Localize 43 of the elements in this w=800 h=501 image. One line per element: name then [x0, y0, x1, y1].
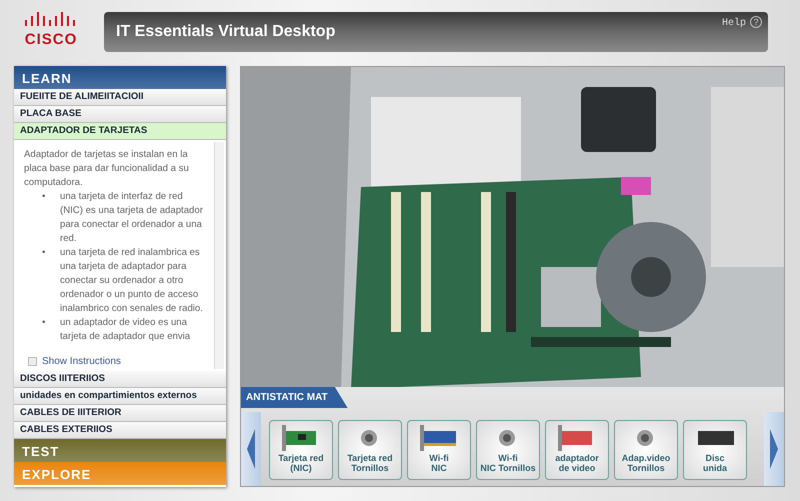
mat-tile[interactable]: Tarjeta red (NIC) [269, 420, 333, 480]
paragraph-text: Adaptador de tarjetas se instalan en la placa base para dar funcionalidad a su computadora. [24, 148, 190, 190]
menu-item[interactable]: CABLES EXTERIIOS [14, 422, 226, 439]
scrollbar[interactable] [214, 142, 224, 369]
logo-bars-icon [25, 12, 77, 28]
logo-text: CISCO [24, 32, 78, 47]
menu-item[interactable]: CABLES DE IIITERIOR [14, 405, 226, 422]
right-arrow-icon [768, 429, 780, 469]
menu-item[interactable]: FUEIITE DE ALIMEIITACIOII [14, 89, 226, 106]
bullet-text: una tarjeta de red inalambrica es una tarjeta de adaptador para conectar su ordenador a otro ordenador o un punto de acceso inalambrico con senales de radio. [60, 246, 204, 316]
bullet-marker: • [42, 246, 46, 260]
mat-title: ANTISTATIC MAT [241, 387, 348, 408]
checkbox-label[interactable]: Show Instructions [42, 354, 121, 368]
tile-label: Adap.video Tornillos [620, 453, 672, 473]
checkbox[interactable] [28, 356, 37, 366]
menu-item[interactable]: PLACA BASE [14, 106, 226, 123]
mat-tile[interactable]: Tarjeta red Tornillos [338, 420, 402, 480]
tile-label: adaptador de video [554, 453, 600, 473]
mat-tile[interactable]: adaptador de video [545, 420, 609, 480]
tile-label: Wi-fi NIC Tornillos [479, 453, 537, 473]
tile-label: Tarjeta red (NIC) [277, 453, 325, 473]
tile-label: Disc unida [702, 453, 728, 473]
mat-tile[interactable]: Disc unida [683, 420, 747, 480]
bullet-text: una tarjeta de interfaz de red (NIC) es una tarjeta de adaptador para conectar el ordenador a una red. [60, 190, 204, 246]
help-icon[interactable]: ? [750, 16, 762, 28]
tile-label: Tarjeta red Tornillos [346, 453, 394, 473]
mat-tile[interactable]: Wi-fi NIC Tornillos [476, 420, 540, 480]
window-title: IT Essentials Virtual Desktop [116, 22, 336, 42]
bullet-text: un adaptador de video es una tarjeta de adaptador que envia [60, 316, 192, 344]
menu-item[interactable]: DISCOS IIITERIIOS [14, 371, 226, 388]
bullet-marker: • [42, 316, 46, 330]
left-arrow-icon [245, 429, 257, 469]
menu-item[interactable]: unidades en compartimientos externos [14, 388, 226, 405]
bullet-marker: • [42, 190, 46, 204]
section-header[interactable]: TEST [14, 439, 226, 462]
mat-tile[interactable]: Wi-fi NIC [407, 420, 471, 480]
section-header[interactable]: LEARN [14, 66, 226, 89]
mat-tile[interactable]: Adap.video Tornillos [614, 420, 678, 480]
help-link[interactable]: Help [722, 16, 746, 31]
tile-label: Wi-fi NIC [428, 453, 450, 473]
scroll-right-button[interactable] [764, 412, 784, 486]
menu-item[interactable]: ADAPTADOR DE TARJETAS [14, 123, 226, 140]
scroll-left-button[interactable] [241, 412, 261, 486]
